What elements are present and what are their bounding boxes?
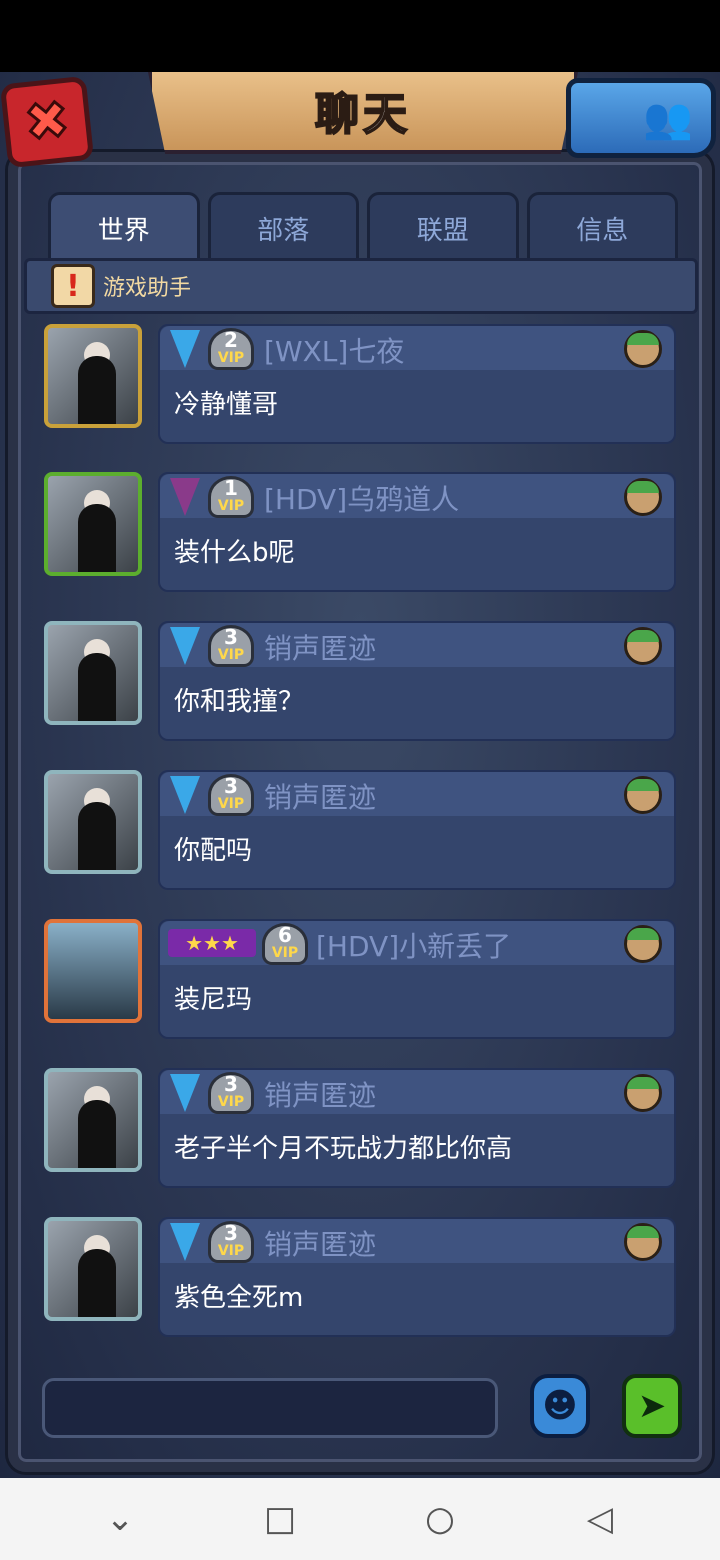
message-input[interactable] <box>42 1378 498 1438</box>
vip-badge-icon: 2 VIP <box>208 328 254 370</box>
message-bubble: 3 VIP 销声匿迹 你配吗 <box>158 770 676 890</box>
sender-name[interactable]: [WXL]七夜 <box>264 330 404 370</box>
message-bubble: ★★★ 6 VIP [HDV]小新丢了 装尼玛 <box>158 919 676 1039</box>
warrior-icon <box>624 627 662 665</box>
sender-name[interactable]: 销声匿迹 <box>264 1223 376 1263</box>
tab-world[interactable]: 世界 <box>48 192 200 262</box>
list-item: 1 VIP [HDV]乌鸦道人 装什么b呢 <box>30 464 690 594</box>
warrior-icon <box>624 925 662 963</box>
friends-icon: 👥 <box>643 95 693 142</box>
sender-name[interactable]: [HDV]乌鸦道人 <box>264 478 459 518</box>
warrior-icon <box>624 776 662 814</box>
friends-button[interactable]: 👥 <box>566 78 716 158</box>
rank-shield-icon <box>170 478 200 516</box>
message-bubble: 3 VIP 销声匿迹 紫色全死m <box>158 1217 676 1337</box>
avatar[interactable] <box>44 1217 142 1321</box>
send-button[interactable]: ➤ <box>622 1374 682 1438</box>
vip-badge-icon: 3 VIP <box>208 1072 254 1114</box>
android-nav-bar: ⌄ □ ○ ◁ <box>0 1478 720 1560</box>
back-triangle-icon[interactable]: ◁ <box>560 1499 640 1539</box>
message-bubble: 2 VIP [WXL]七夜 冷静懂哥 <box>158 324 676 444</box>
list-item: 3 VIP 销声匿迹 老子半个月不玩战力都比你高 <box>30 1060 690 1190</box>
home-circle-icon[interactable]: ○ <box>400 1499 480 1539</box>
rank-shield-icon <box>170 330 200 368</box>
helper-label: 游戏助手 <box>103 276 192 301</box>
avatar[interactable] <box>44 919 142 1023</box>
vip-badge-icon: 1 VIP <box>208 476 254 518</box>
list-item: 3 VIP 销声匿迹 紫色全死m <box>30 1209 690 1339</box>
tab-info[interactable]: 信息 <box>526 192 678 262</box>
avatar[interactable] <box>44 472 142 576</box>
message-bubble: 1 VIP [HDV]乌鸦道人 装什么b呢 <box>158 472 676 592</box>
sender-name[interactable]: 销声匿迹 <box>264 776 376 816</box>
chevron-down-icon[interactable]: ⌄ <box>80 1499 160 1539</box>
message-bubble: 3 VIP 销声匿迹 老子半个月不玩战力都比你高 <box>158 1068 676 1188</box>
close-icon: ✖ <box>21 88 74 155</box>
alert-book-icon: ! <box>51 264 95 308</box>
chat-screen: 聊天 ✖ 👥 世界 部落 联盟 信息 ! 游戏助手 2 VIP [WXL]七夜 冷… <box>0 72 720 1478</box>
message-text: 冷静懂哥 <box>174 390 279 420</box>
avatar[interactable] <box>44 770 142 874</box>
warrior-icon <box>624 478 662 516</box>
message-text: 老子半个月不玩战力都比你高 <box>174 1134 513 1164</box>
warrior-icon <box>624 1074 662 1112</box>
rank-shield-icon <box>170 1223 200 1261</box>
send-arrow-icon: ➤ <box>637 1386 667 1426</box>
message-text: 装什么b呢 <box>174 538 295 568</box>
smiley-icon: ☻ <box>542 1386 578 1426</box>
message-text: 你配吗 <box>174 836 253 866</box>
status-bar <box>0 0 720 72</box>
chat-tabs: 世界 部落 联盟 信息 <box>48 192 678 262</box>
message-text: 你和我撞？ <box>174 687 305 717</box>
list-item: 3 VIP 销声匿迹 你和我撞？ <box>30 613 690 743</box>
avatar[interactable] <box>44 1068 142 1172</box>
page-title: 聊天 <box>314 88 411 141</box>
close-button[interactable]: ✖ <box>0 75 95 169</box>
message-text: 紫色全死m <box>174 1283 304 1313</box>
star-rank-icon: ★★★ <box>168 929 256 957</box>
vip-badge-icon: 3 VIP <box>208 625 254 667</box>
rank-shield-icon <box>170 1074 200 1112</box>
tab-tribe[interactable]: 部落 <box>207 192 359 262</box>
sender-name[interactable]: [HDV]小新丢了 <box>316 925 511 965</box>
message-list[interactable]: 2VIP [WXL]七夜 冷静懂哥 1VIP [HDV]乌鸦道人 装什么b呢 <box>30 316 690 1348</box>
vip-badge-icon: 6 VIP <box>262 923 308 965</box>
avatar[interactable] <box>44 324 142 428</box>
game-helper-bar[interactable]: ! 游戏助手 <box>24 258 698 314</box>
warrior-icon <box>624 330 662 368</box>
message-bubble: 3 VIP 销声匿迹 你和我撞？ <box>158 621 676 741</box>
warrior-icon <box>624 1223 662 1261</box>
sender-name[interactable]: 销声匿迹 <box>264 627 376 667</box>
message-text: 装尼玛 <box>174 985 253 1015</box>
rank-shield-icon <box>170 776 200 814</box>
emoji-button[interactable]: ☻ <box>530 1374 590 1438</box>
sender-name[interactable]: 销声匿迹 <box>264 1074 376 1114</box>
list-item: ★★★ 6 VIP [HDV]小新丢了 装尼玛 <box>30 911 690 1041</box>
avatar[interactable] <box>44 621 142 725</box>
tab-alliance[interactable]: 联盟 <box>367 192 519 262</box>
vip-badge-icon: 3 VIP <box>208 1221 254 1263</box>
vip-badge-icon: 3 VIP <box>208 774 254 816</box>
list-item: 2 VIP [WXL]七夜 冷静懂哥 <box>30 316 690 446</box>
list-item: 3 VIP 销声匿迹 你配吗 <box>30 762 690 892</box>
recents-square-icon[interactable]: □ <box>240 1499 320 1539</box>
rank-shield-icon <box>170 627 200 665</box>
